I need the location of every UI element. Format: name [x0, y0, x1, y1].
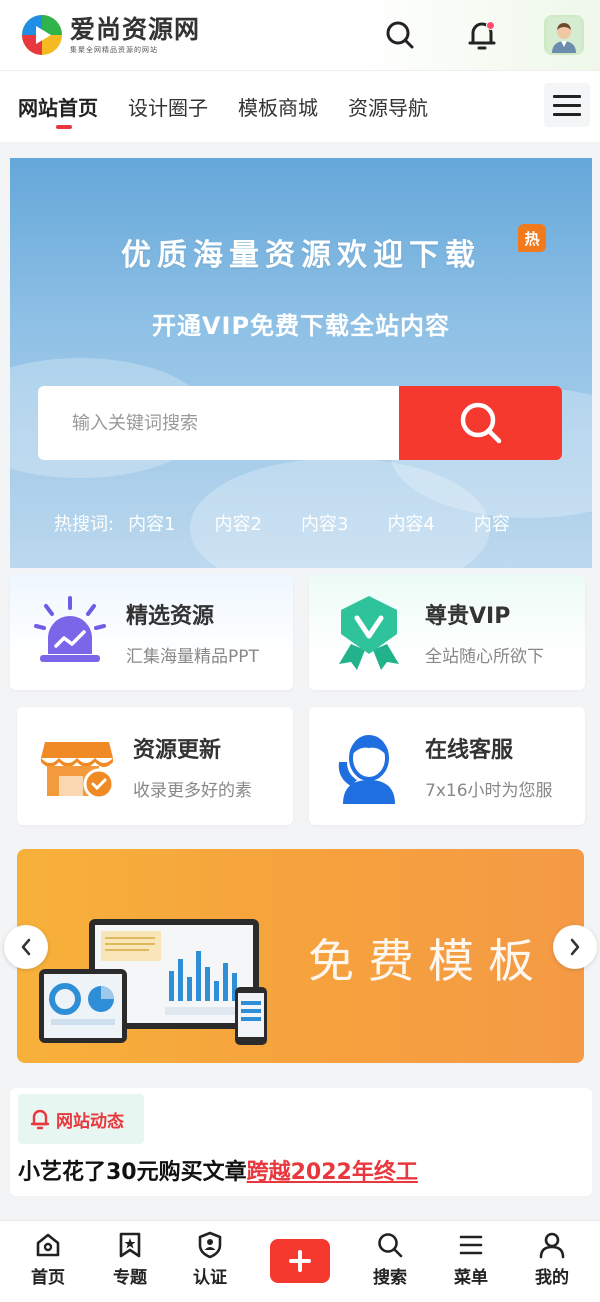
search-submit-button[interactable]: [399, 386, 562, 460]
news-link[interactable]: 跨越2022年终工: [247, 1160, 418, 1185]
search-input[interactable]: [38, 386, 399, 460]
news-text: 小艺花了30元购买文章: [18, 1160, 247, 1185]
logo-play-icon: [22, 15, 62, 55]
feature-card-vip[interactable]: 尊贵VIP 全站随心所欲下: [309, 574, 585, 690]
search-icon: [378, 1233, 403, 1258]
hot-badge: 热: [518, 224, 546, 252]
news-tag: 网站动态: [18, 1094, 144, 1144]
tab-search[interactable]: 搜索: [360, 1231, 420, 1288]
card-title: 在线客服: [425, 737, 514, 763]
hotword-link[interactable]: 内容3: [301, 510, 348, 536]
publish-plus-button[interactable]: [270, 1239, 330, 1283]
storefront-icon: [41, 742, 115, 800]
hotword-link[interactable]: 内容4: [387, 510, 434, 536]
tab-label: 菜单: [454, 1268, 488, 1288]
menu-bar: [553, 94, 581, 98]
feature-card-selected-resources[interactable]: 精选资源 汇集海量精品PPT: [10, 574, 293, 690]
tab-mine[interactable]: 我的: [522, 1231, 582, 1288]
hero-title: 优质海量资源欢迎下载: [121, 238, 481, 273]
bottom-tab-bar: 首页 专题 认证 搜索 菜单 我的: [0, 1220, 600, 1302]
promo-carousel-slide[interactable]: 免费模板: [17, 849, 584, 1063]
user-avatar-button[interactable]: [544, 15, 584, 55]
feature-card-resource-updates[interactable]: 资源更新 收录更多好的素: [17, 707, 293, 825]
header-search-button[interactable]: [380, 15, 420, 55]
menu-bar: [553, 103, 581, 107]
chevron-left-icon: [21, 938, 31, 956]
devices-illustration: [39, 919, 267, 1045]
bell-icon: [30, 1109, 50, 1130]
card-description: 收录更多好的素: [133, 780, 252, 801]
tab-label: 搜索: [373, 1268, 407, 1288]
nav-item-template-store[interactable]: 模板商城: [238, 71, 318, 143]
nav-item-resource-nav[interactable]: 资源导航: [348, 71, 428, 143]
vip-badge-icon: [339, 596, 399, 670]
notification-button[interactable]: [462, 15, 502, 55]
menu-icon: [459, 1235, 483, 1255]
hot-search-words: 热搜词: 内容1 内容2 内容3 内容4 内容: [54, 510, 549, 536]
card-title: 尊贵VIP: [425, 603, 511, 629]
plus-icon: [289, 1250, 311, 1272]
card-title: 精选资源: [126, 603, 215, 629]
hero-subtitle: 开通VIP免费下载全站内容: [151, 312, 451, 340]
home-icon: [36, 1233, 60, 1257]
bookmark-star-icon: [119, 1232, 141, 1258]
hotword-link[interactable]: 内容1: [128, 510, 175, 536]
card-description: 7x16小时为您服: [425, 780, 553, 801]
news-tag-label: 网站动态: [56, 1111, 124, 1132]
tab-label: 首页: [31, 1268, 65, 1288]
hero-banner: 优质海量资源欢迎下载 热 开通VIP免费下载全站内容 热搜词: 内容1 内容2 …: [10, 158, 592, 568]
tab-label: 专题: [113, 1268, 147, 1288]
site-news-panel: 网站动态 小艺花了30元购买文章跨越2022年终工: [10, 1088, 592, 1196]
tab-label: 我的: [535, 1268, 569, 1288]
carousel-next-button[interactable]: [553, 925, 597, 969]
alarm-light-icon: [34, 596, 106, 662]
card-description: 汇集海量精品PPT: [126, 646, 259, 667]
carousel-prev-button[interactable]: [4, 925, 48, 969]
tab-menu[interactable]: 菜单: [441, 1231, 501, 1288]
hotword-link[interactable]: 内容: [474, 510, 510, 536]
site-logo[interactable]: 爱尚资源网 集聚全网精品资源的网站: [20, 13, 200, 57]
tab-verify[interactable]: 认证: [180, 1231, 240, 1288]
user-icon: [539, 1232, 565, 1259]
search-icon: [386, 21, 414, 49]
card-title: 资源更新: [133, 737, 222, 763]
top-nav: 网站首页 设计圈子 模板商城 资源导航: [0, 70, 600, 142]
tab-label: 认证: [193, 1268, 227, 1288]
hotword-link[interactable]: 内容2: [215, 510, 262, 536]
logo-title: 爱尚资源网: [70, 14, 201, 44]
hamburger-menu-button[interactable]: [544, 83, 590, 127]
tab-topics[interactable]: 专题: [100, 1231, 160, 1288]
shield-user-icon: [198, 1231, 222, 1259]
customer-service-icon: [338, 735, 395, 804]
news-item[interactable]: 小艺花了30元购买文章跨越2022年终工: [18, 1154, 418, 1186]
app-header: 爱尚资源网 集聚全网精品资源的网站: [0, 0, 600, 70]
search-icon: [460, 402, 501, 444]
nav-item-design-circle[interactable]: 设计圈子: [128, 71, 208, 143]
banner-text: 免费模板: [308, 934, 548, 988]
hero-search-bar: [38, 386, 562, 460]
chevron-right-icon: [570, 938, 580, 956]
card-description: 全站随心所欲下: [425, 646, 544, 667]
nav-item-home[interactable]: 网站首页: [18, 71, 98, 143]
notification-dot: [486, 21, 495, 30]
avatar: [544, 15, 584, 55]
avatar-person-icon: [547, 17, 581, 53]
tab-home[interactable]: 首页: [18, 1231, 78, 1288]
hotwords-label: 热搜词:: [54, 514, 115, 535]
logo-subtitle: 集聚全网精品资源的网站: [70, 45, 158, 54]
feature-card-online-service[interactable]: 在线客服 7x16小时为您服: [309, 707, 585, 825]
menu-bar: [553, 112, 581, 116]
